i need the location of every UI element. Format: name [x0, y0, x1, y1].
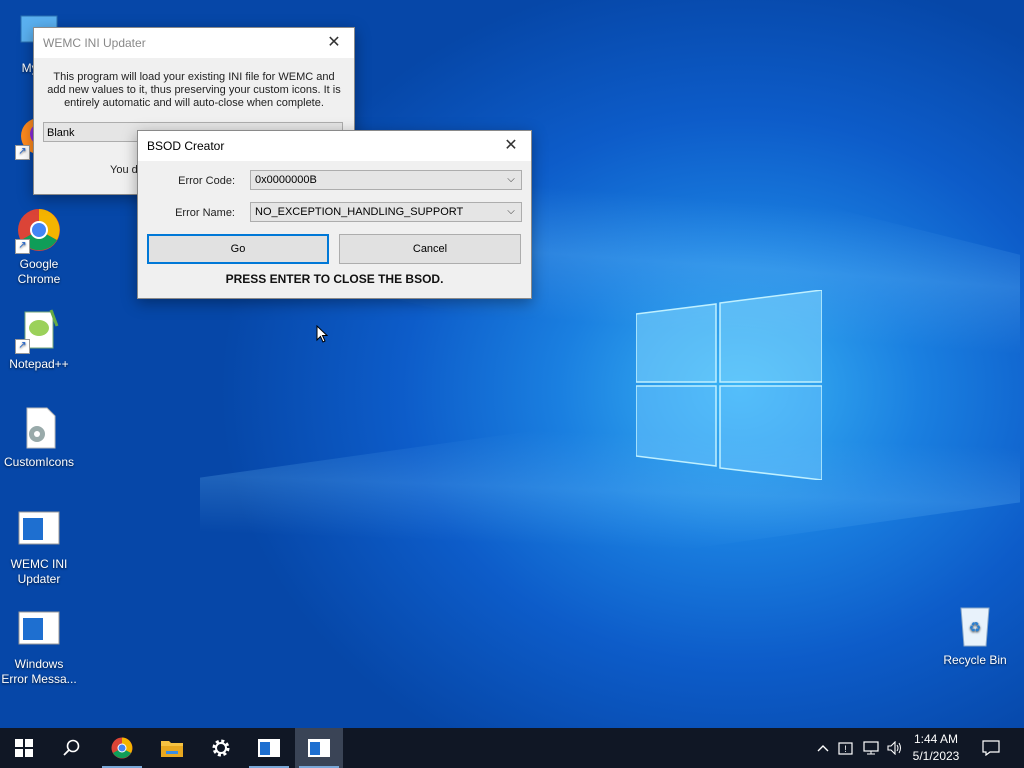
app-window-icon [308, 739, 330, 757]
description-text: This program will load your existing INI… [47, 71, 341, 109]
error-name-value: NO_EXCEPTION_HANDLING_SUPPORT [255, 206, 464, 218]
network-icon[interactable] [860, 728, 882, 768]
desktop-icon-google-chrome[interactable]: ↗ Google Chrome [0, 206, 78, 287]
windows-start-icon [15, 739, 33, 757]
app-window-icon [15, 606, 63, 654]
error-code-label: Error Code: [178, 175, 235, 187]
chrome-icon [111, 737, 133, 759]
error-name-select[interactable]: NO_EXCEPTION_HANDLING_SUPPORT ⌵ [250, 202, 522, 222]
notepad-plus-plus-icon: ↗ [15, 306, 63, 354]
recycle-bin-icon: ♻ [951, 602, 999, 650]
desktop-icon-label: CustomIcons [3, 455, 75, 469]
bsod-creator-dialog: BSOD Creator ✕ Error Code: 0x0000000B ⌵ … [137, 130, 532, 299]
desktop-icon-label: Windows Error Messa... [1, 657, 77, 686]
gear-icon [212, 739, 230, 757]
taskbar-file-explorer[interactable] [148, 728, 196, 768]
taskbar-wemc-ini-updater[interactable] [245, 728, 293, 768]
error-code-value: 0x0000000B [255, 174, 317, 186]
dialog-title: WEMC INI Updater [43, 36, 146, 50]
desktop-icon-label: Google Chrome [17, 257, 61, 286]
volume-icon[interactable] [884, 728, 906, 768]
clock-time: 1:44 AM [913, 732, 959, 746]
desktop-icon-label: WEMC INI Updater [10, 557, 68, 586]
partial-text: You d [110, 164, 138, 176]
chevron-down-icon: ⌵ [507, 174, 515, 185]
cancel-button[interactable]: Cancel [339, 234, 521, 264]
desktop-icon-customicons[interactable]: CustomIcons [0, 404, 78, 470]
desktop-icon-label: Recycle Bin [943, 653, 1007, 667]
app-window-icon [15, 506, 63, 554]
title-bar[interactable]: WEMC INI Updater ✕ [34, 28, 354, 58]
wallpaper-light-beam [200, 362, 1020, 618]
svg-text:!: ! [844, 744, 847, 754]
taskbar-clock[interactable]: 1:44 AM 5/1/2023 [906, 731, 966, 765]
show-hidden-icons-chevron-up-icon[interactable] [814, 728, 832, 768]
error-code-select[interactable]: 0x0000000B ⌵ [250, 170, 522, 190]
start-button[interactable] [0, 728, 48, 768]
dialog-title: BSOD Creator [147, 139, 225, 153]
chevron-down-icon: ⌵ [507, 206, 515, 217]
notification-center-icon[interactable] [976, 728, 1006, 768]
instruction-text: PRESS ENTER TO CLOSE THE BSOD. [225, 272, 444, 286]
windows-logo-wallpaper [636, 290, 822, 480]
close-icon[interactable]: ✕ [491, 131, 531, 161]
shortcut-arrow-icon: ↗ [15, 339, 30, 354]
taskbar-google-chrome[interactable] [98, 728, 146, 768]
taskbar-settings[interactable] [197, 728, 245, 768]
taskbar-bsod-creator[interactable] [295, 728, 343, 768]
shortcut-arrow-icon: ↗ [15, 239, 30, 254]
folder-icon [161, 741, 183, 757]
close-icon[interactable]: ✕ [314, 28, 354, 58]
chrome-icon: ↗ [15, 206, 63, 254]
search-button[interactable] [48, 728, 96, 768]
svg-text:♻: ♻ [969, 619, 982, 635]
desktop-icon-notepad-plus-plus[interactable]: ↗ Notepad++ [0, 306, 78, 372]
desktop-icon-wemc-ini-updater[interactable]: WEMC INI Updater [0, 506, 78, 587]
desktop: My Co ↗ Fi ↗ Google Chrome ↗ Notepad++ [0, 0, 1024, 728]
shortcut-arrow-icon: ↗ [15, 145, 30, 160]
settings-file-icon [15, 404, 63, 452]
desktop-icon-label: Notepad++ [9, 357, 69, 371]
taskbar: ! 1:44 AM 5/1/2023 [0, 728, 1024, 768]
mouse-cursor-icon [316, 325, 328, 343]
security-tray-icon[interactable]: ! [836, 728, 856, 768]
search-icon [63, 739, 80, 756]
desktop-icon-recycle-bin[interactable]: ♻ Recycle Bin [936, 602, 1014, 668]
app-window-icon [258, 739, 280, 757]
go-button[interactable]: Go [147, 234, 329, 264]
clock-date: 5/1/2023 [912, 749, 960, 763]
title-bar[interactable]: BSOD Creator ✕ [138, 131, 531, 161]
error-name-label: Error Name: [175, 207, 235, 219]
desktop-icon-windows-error-message[interactable]: Windows Error Messa... [0, 606, 78, 687]
